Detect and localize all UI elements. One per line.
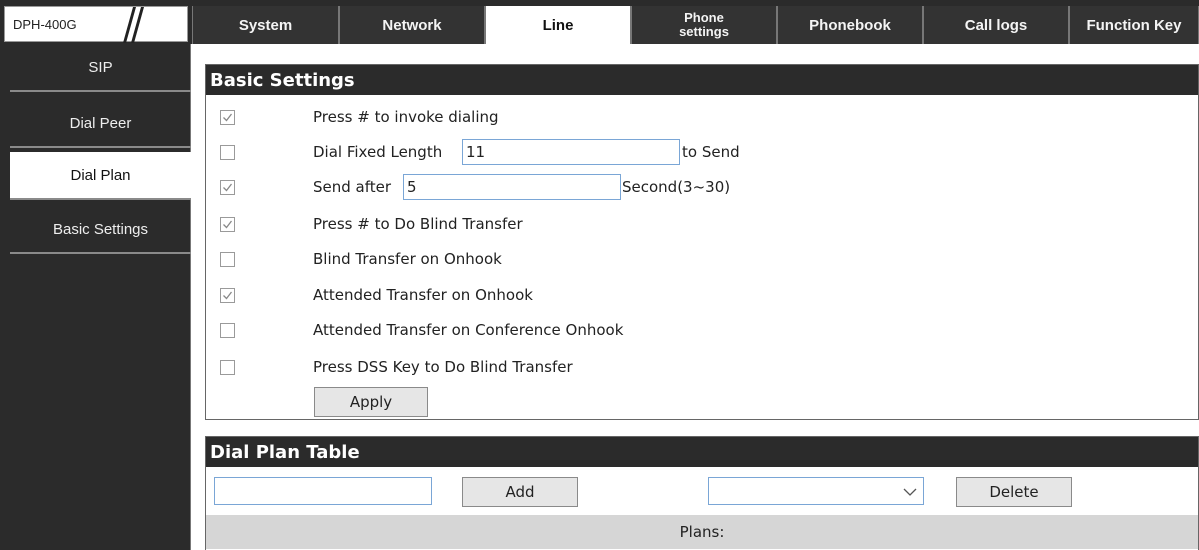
logo-slash-icon	[123, 7, 144, 43]
dial-plan-input[interactable]	[214, 477, 432, 505]
device-model-label: DPH-400G	[13, 17, 77, 32]
checkbox-attended-transfer-conference[interactable]	[220, 322, 235, 338]
check-icon	[223, 113, 233, 121]
main-tabs: System Network Line Phone settings Phone…	[192, 6, 1199, 44]
basic-settings-title: Basic Settings	[206, 65, 1198, 95]
label-to-send: to Send	[682, 143, 740, 161]
apply-button[interactable]: Apply	[314, 387, 428, 417]
label-send-after: Send after	[313, 178, 392, 196]
sidebar-item-dial-peer[interactable]: Dial Peer	[10, 100, 191, 148]
dial-plan-table-title: Dial Plan Table	[206, 437, 1198, 467]
checkbox-invoke-dialing[interactable]	[220, 109, 235, 125]
chevron-down-icon	[903, 488, 917, 496]
plans-header: Plans:	[206, 515, 1198, 549]
sidebar-item-sip[interactable]: SIP	[10, 44, 191, 92]
top-navigation-bar: DPH-400G System Network Line Phone setti…	[0, 0, 1199, 44]
tab-call-logs[interactable]: Call logs	[923, 6, 1069, 44]
sidebar: SIP Dial Peer Dial Plan Basic Settings	[0, 44, 191, 550]
checkbox-attended-transfer-onhook[interactable]	[220, 287, 235, 303]
label-attended-transfer-onhook: Attended Transfer on Onhook	[313, 286, 533, 304]
label-invoke-dialing: Press # to invoke dialing	[313, 108, 499, 126]
dial-fixed-length-input[interactable]	[462, 139, 680, 165]
tab-phone-settings[interactable]: Phone settings	[631, 6, 777, 44]
checkbox-dss-blind-transfer[interactable]	[220, 359, 235, 375]
tab-phone-settings-label: Phone settings	[679, 10, 729, 39]
label-second-range: Second(3~30)	[622, 178, 731, 196]
dial-plan-table-panel: Dial Plan Table Add Delete Plans:	[205, 436, 1199, 550]
label-blind-transfer-hash: Press # to Do Blind Transfer	[313, 215, 523, 233]
add-button[interactable]: Add	[462, 477, 578, 507]
delete-button[interactable]: Delete	[956, 477, 1072, 507]
label-dss-blind-transfer: Press DSS Key to Do Blind Transfer	[313, 358, 573, 376]
tab-function-key[interactable]: Function Key	[1069, 6, 1199, 44]
checkbox-send-after[interactable]	[220, 179, 235, 195]
checkbox-blind-transfer-onhook[interactable]	[220, 251, 235, 267]
dial-plan-select[interactable]	[708, 477, 924, 505]
tab-line[interactable]: Line	[485, 6, 631, 44]
sidebar-item-basic-settings[interactable]: Basic Settings	[10, 206, 191, 254]
label-blind-transfer-onhook: Blind Transfer on Onhook	[313, 250, 502, 268]
tab-system[interactable]: System	[192, 6, 339, 44]
tab-network[interactable]: Network	[339, 6, 485, 44]
check-icon	[223, 291, 233, 299]
tab-phonebook[interactable]: Phonebook	[777, 6, 923, 44]
check-icon	[223, 183, 233, 191]
send-after-input[interactable]	[403, 174, 621, 200]
label-dial-fixed-length: Dial Fixed Length	[313, 143, 443, 161]
check-icon	[223, 220, 233, 228]
checkbox-dial-fixed-length[interactable]	[220, 144, 235, 160]
basic-settings-panel: Basic Settings Press # to invoke dialing…	[205, 64, 1199, 420]
sidebar-item-dial-plan[interactable]: Dial Plan	[10, 152, 191, 200]
device-brand-box: DPH-400G	[4, 6, 188, 43]
checkbox-blind-transfer-hash[interactable]	[220, 216, 235, 232]
label-attended-transfer-conference: Attended Transfer on Conference Onhook	[313, 321, 624, 339]
